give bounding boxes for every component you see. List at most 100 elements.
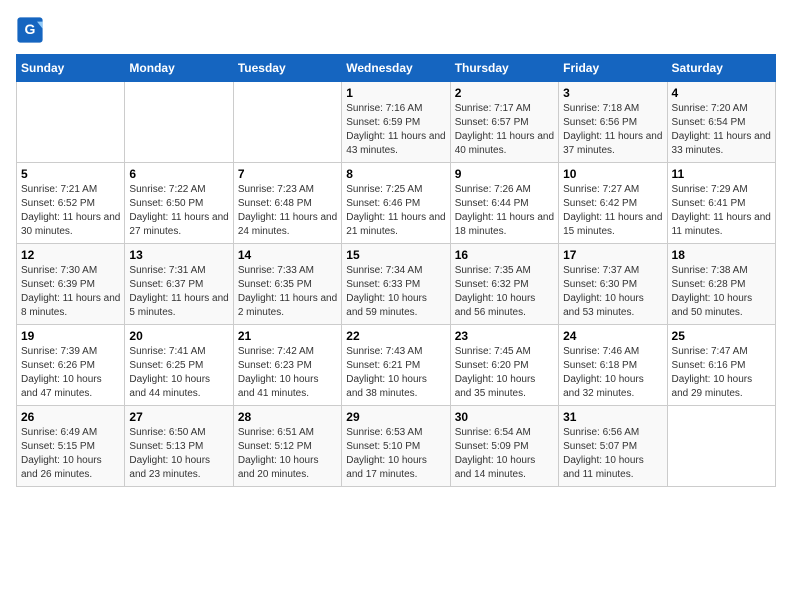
day-cell: 1 Sunrise: 7:16 AM Sunset: 6:59 PM Daylig…	[342, 82, 450, 163]
header-day-tuesday: Tuesday	[233, 55, 341, 82]
day-cell: 28 Sunrise: 6:51 AM Sunset: 5:12 PM Dayli…	[233, 406, 341, 487]
day-cell: 2 Sunrise: 7:17 AM Sunset: 6:57 PM Daylig…	[450, 82, 558, 163]
header-day-monday: Monday	[125, 55, 233, 82]
logo: G	[16, 16, 48, 44]
day-info: Sunrise: 7:22 AM Sunset: 6:50 PM Dayligh…	[129, 183, 228, 239]
day-info: Sunrise: 7:29 AM Sunset: 6:41 PM Dayligh…	[672, 183, 771, 239]
day-cell: 22 Sunrise: 7:43 AM Sunset: 6:21 PM Dayli…	[342, 325, 450, 406]
day-info: Sunrise: 6:49 AM Sunset: 5:15 PM Dayligh…	[21, 426, 120, 482]
day-number: 22	[346, 329, 445, 343]
day-number: 31	[563, 410, 662, 424]
day-number: 10	[563, 167, 662, 181]
week-row-4: 26Sunrise: 6:49 AM Sunset: 5:15 PM Dayli…	[17, 406, 776, 487]
day-cell: 9 Sunrise: 7:26 AM Sunset: 6:44 PM Daylig…	[450, 163, 558, 244]
day-number: 28	[238, 410, 337, 424]
day-number: 2	[455, 86, 554, 100]
day-info: Sunrise: 6:54 AM Sunset: 5:09 PM Dayligh…	[455, 426, 554, 482]
day-info: Sunrise: 6:50 AM Sunset: 5:13 PM Dayligh…	[129, 426, 228, 482]
header-day-wednesday: Wednesday	[342, 55, 450, 82]
day-cell: 5 Sunrise: 7:21 AM Sunset: 6:52 PM Daylig…	[17, 163, 125, 244]
day-cell: 11 Sunrise: 7:29 AM Sunset: 6:41 PM Dayli…	[667, 163, 775, 244]
day-cell: 23Sunrise: 7:45 AM Sunset: 6:20 PM Dayli…	[450, 325, 558, 406]
calendar-body: 1 Sunrise: 7:16 AM Sunset: 6:59 PM Daylig…	[17, 82, 776, 487]
day-info: Sunrise: 7:37 AM Sunset: 6:30 PM Dayligh…	[563, 264, 662, 320]
day-number: 9	[455, 167, 554, 181]
logo-icon: G	[16, 16, 44, 44]
page-header: G	[16, 16, 776, 44]
day-number: 15	[346, 248, 445, 262]
day-number: 16	[455, 248, 554, 262]
day-info: Sunrise: 7:45 AM Sunset: 6:20 PM Dayligh…	[455, 345, 554, 401]
day-cell: 3Sunrise: 7:18 AM Sunset: 6:56 PM Daylig…	[559, 82, 667, 163]
day-cell	[17, 82, 125, 163]
day-number: 24	[563, 329, 662, 343]
day-cell: 12Sunrise: 7:30 AM Sunset: 6:39 PM Dayli…	[17, 244, 125, 325]
day-cell: 25Sunrise: 7:47 AM Sunset: 6:16 PM Dayli…	[667, 325, 775, 406]
day-info: Sunrise: 7:17 AM Sunset: 6:57 PM Dayligh…	[455, 102, 554, 158]
day-cell: 31 Sunrise: 6:56 AM Sunset: 5:07 PM Dayli…	[559, 406, 667, 487]
day-info: Sunrise: 7:46 AM Sunset: 6:18 PM Dayligh…	[563, 345, 662, 401]
day-number: 13	[129, 248, 228, 262]
day-number: 11	[672, 167, 771, 181]
header-day-saturday: Saturday	[667, 55, 775, 82]
day-number: 27	[129, 410, 228, 424]
day-number: 29	[346, 410, 445, 424]
header-row: SundayMondayTuesdayWednesdayThursdayFrid…	[17, 55, 776, 82]
day-cell: 8 Sunrise: 7:25 AM Sunset: 6:46 PM Daylig…	[342, 163, 450, 244]
day-info: Sunrise: 6:53 AM Sunset: 5:10 PM Dayligh…	[346, 426, 445, 482]
calendar-table: SundayMondayTuesdayWednesdayThursdayFrid…	[16, 54, 776, 487]
day-cell: 27 Sunrise: 6:50 AM Sunset: 5:13 PM Dayli…	[125, 406, 233, 487]
day-cell: 15 Sunrise: 7:34 AM Sunset: 6:33 PM Dayli…	[342, 244, 450, 325]
calendar-header: SundayMondayTuesdayWednesdayThursdayFrid…	[17, 55, 776, 82]
day-cell: 30 Sunrise: 6:54 AM Sunset: 5:09 PM Dayli…	[450, 406, 558, 487]
day-number: 20	[129, 329, 228, 343]
day-cell: 16Sunrise: 7:35 AM Sunset: 6:32 PM Dayli…	[450, 244, 558, 325]
day-number: 25	[672, 329, 771, 343]
day-info: Sunrise: 6:56 AM Sunset: 5:07 PM Dayligh…	[563, 426, 662, 482]
svg-text:G: G	[25, 21, 36, 37]
day-number: 19	[21, 329, 120, 343]
day-info: Sunrise: 7:21 AM Sunset: 6:52 PM Dayligh…	[21, 183, 120, 239]
day-number: 1	[346, 86, 445, 100]
header-day-friday: Friday	[559, 55, 667, 82]
day-number: 30	[455, 410, 554, 424]
header-day-sunday: Sunday	[17, 55, 125, 82]
day-info: Sunrise: 7:25 AM Sunset: 6:46 PM Dayligh…	[346, 183, 445, 239]
day-info: Sunrise: 7:41 AM Sunset: 6:25 PM Dayligh…	[129, 345, 228, 401]
day-number: 7	[238, 167, 337, 181]
day-number: 8	[346, 167, 445, 181]
day-info: Sunrise: 7:34 AM Sunset: 6:33 PM Dayligh…	[346, 264, 445, 320]
day-number: 14	[238, 248, 337, 262]
day-info: Sunrise: 7:16 AM Sunset: 6:59 PM Dayligh…	[346, 102, 445, 158]
week-row-0: 1 Sunrise: 7:16 AM Sunset: 6:59 PM Daylig…	[17, 82, 776, 163]
day-cell: 4Sunrise: 7:20 AM Sunset: 6:54 PM Daylig…	[667, 82, 775, 163]
day-info: Sunrise: 7:27 AM Sunset: 6:42 PM Dayligh…	[563, 183, 662, 239]
day-info: Sunrise: 7:31 AM Sunset: 6:37 PM Dayligh…	[129, 264, 228, 320]
day-info: Sunrise: 7:20 AM Sunset: 6:54 PM Dayligh…	[672, 102, 771, 158]
day-cell: 14 Sunrise: 7:33 AM Sunset: 6:35 PM Dayli…	[233, 244, 341, 325]
day-info: Sunrise: 7:43 AM Sunset: 6:21 PM Dayligh…	[346, 345, 445, 401]
day-info: Sunrise: 7:26 AM Sunset: 6:44 PM Dayligh…	[455, 183, 554, 239]
week-row-3: 19Sunrise: 7:39 AM Sunset: 6:26 PM Dayli…	[17, 325, 776, 406]
day-info: Sunrise: 7:38 AM Sunset: 6:28 PM Dayligh…	[672, 264, 771, 320]
day-cell: 10 Sunrise: 7:27 AM Sunset: 6:42 PM Dayli…	[559, 163, 667, 244]
day-cell	[233, 82, 341, 163]
header-day-thursday: Thursday	[450, 55, 558, 82]
day-cell	[125, 82, 233, 163]
day-info: Sunrise: 7:30 AM Sunset: 6:39 PM Dayligh…	[21, 264, 120, 320]
day-number: 5	[21, 167, 120, 181]
day-cell: 20 Sunrise: 7:41 AM Sunset: 6:25 PM Dayli…	[125, 325, 233, 406]
day-info: Sunrise: 6:51 AM Sunset: 5:12 PM Dayligh…	[238, 426, 337, 482]
day-cell: 6 Sunrise: 7:22 AM Sunset: 6:50 PM Daylig…	[125, 163, 233, 244]
day-cell: 18Sunrise: 7:38 AM Sunset: 6:28 PM Dayli…	[667, 244, 775, 325]
day-number: 3	[563, 86, 662, 100]
day-cell: 29 Sunrise: 6:53 AM Sunset: 5:10 PM Dayli…	[342, 406, 450, 487]
day-cell: 13 Sunrise: 7:31 AM Sunset: 6:37 PM Dayli…	[125, 244, 233, 325]
day-cell: 21Sunrise: 7:42 AM Sunset: 6:23 PM Dayli…	[233, 325, 341, 406]
day-info: Sunrise: 7:33 AM Sunset: 6:35 PM Dayligh…	[238, 264, 337, 320]
day-info: Sunrise: 7:23 AM Sunset: 6:48 PM Dayligh…	[238, 183, 337, 239]
day-number: 6	[129, 167, 228, 181]
day-cell: 24 Sunrise: 7:46 AM Sunset: 6:18 PM Dayli…	[559, 325, 667, 406]
day-cell	[667, 406, 775, 487]
day-info: Sunrise: 7:42 AM Sunset: 6:23 PM Dayligh…	[238, 345, 337, 401]
